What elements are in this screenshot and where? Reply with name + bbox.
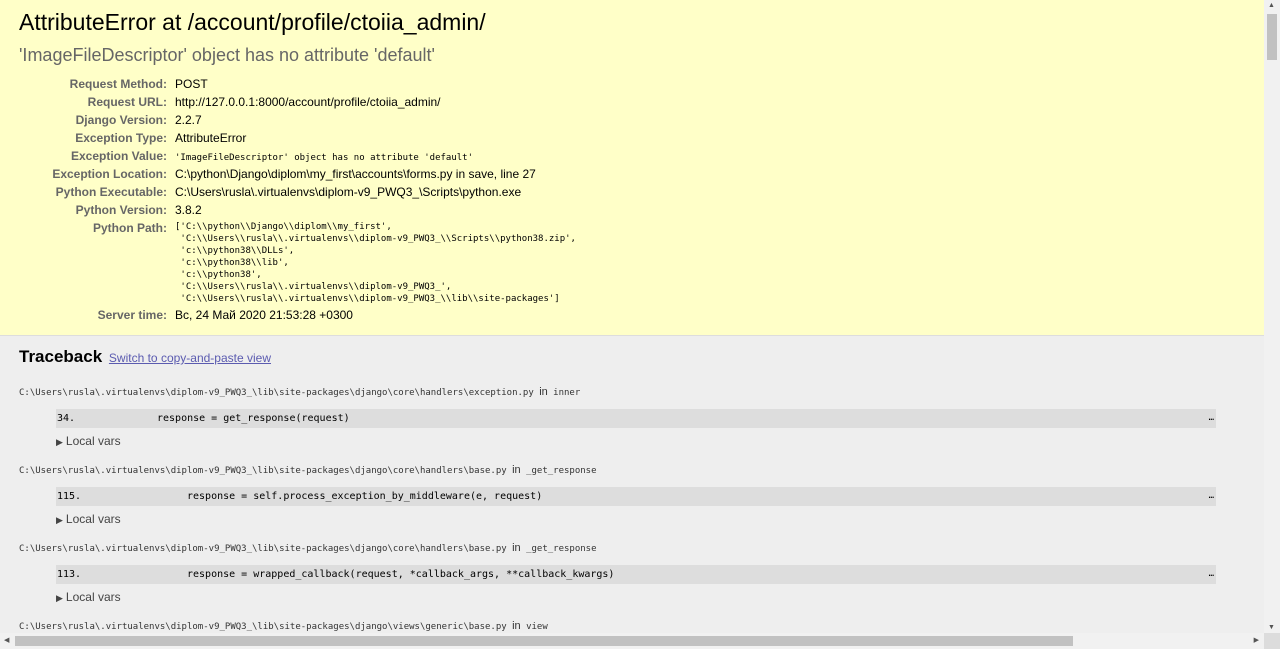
meta-label: Exception Type:	[75, 131, 167, 145]
scroll-right-arrow-icon[interactable]: ▶	[1254, 636, 1259, 644]
frame-line-number: 115.	[57, 491, 82, 502]
scrollbar-corner	[1264, 633, 1280, 649]
frame-function: _get_response	[526, 544, 597, 554]
traceback-frame: C:\Users\rusla\.virtualenvs\diplom-v9_PW…	[19, 463, 1244, 528]
scroll-down-arrow-icon[interactable]: ▼	[1268, 624, 1275, 631]
frame-filename: C:\Users\rusla\.virtualenvs\diplom-v9_PW…	[19, 541, 1244, 556]
local-vars-toggle[interactable]: ▶ Local vars	[56, 590, 1244, 606]
meta-row: Exception Location: C:\python\Django\dip…	[19, 166, 576, 184]
meta-value: C:\Users\rusla\.virtualenvs\diplom-v9_PW…	[175, 185, 522, 199]
frame-file-path: C:\Users\rusla\.virtualenvs\diplom-v9_PW…	[19, 388, 534, 398]
traceback-frame: C:\Users\rusla\.virtualenvs\diplom-v9_PW…	[19, 541, 1244, 606]
meta-value: ['C:\\python\\Django\\diplom\\my_first',…	[175, 220, 576, 307]
frame-function: view	[526, 622, 548, 632]
meta-label: Request URL:	[87, 95, 167, 109]
meta-label: Python Version:	[75, 203, 167, 217]
expand-triangle-icon: ▶	[56, 437, 63, 447]
meta-value: 3.8.2	[175, 203, 202, 217]
frame-line-number: 34.	[57, 413, 76, 424]
page-title: AttributeError at /account/profile/ctoii…	[19, 9, 486, 35]
frame-ellipsis[interactable]: …	[1209, 565, 1214, 584]
request-meta-table: Request Method: POST Request URL: http:/…	[19, 76, 576, 325]
frame-context-line[interactable]: 113. response = wrapped_callback(request…	[56, 565, 1216, 584]
frame-code-text: response = get_response(request)	[157, 413, 350, 424]
meta-row: Server time: Вс, 24 Май 2020 21:53:28 +0…	[19, 307, 576, 325]
frame-context-line[interactable]: 34. response = get_response(request) …	[56, 409, 1216, 428]
frame-in-word: in	[539, 386, 548, 398]
meta-value: http://127.0.0.1:8000/account/profile/ct…	[175, 95, 441, 109]
frame-in-word: in	[512, 620, 521, 632]
frame-function: inner	[553, 388, 581, 398]
scroll-left-arrow-icon[interactable]: ◀	[4, 636, 9, 644]
meta-row: Exception Type: AttributeError	[19, 130, 576, 148]
frame-in-word: in	[512, 542, 521, 554]
local-vars-toggle[interactable]: ▶ Local vars	[56, 434, 1244, 450]
local-vars-label: Local vars	[65, 512, 121, 526]
meta-row: Request Method: POST	[19, 76, 576, 94]
page-viewport: AttributeError at /account/profile/ctoii…	[0, 0, 1264, 633]
frame-filename: C:\Users\rusla\.virtualenvs\diplom-v9_PW…	[19, 463, 1244, 478]
traceback-heading: Traceback Switch to copy-and-paste view	[19, 346, 1244, 369]
frame-line-number: 113.	[57, 569, 82, 580]
meta-row: Request URL: http://127.0.0.1:8000/accou…	[19, 94, 576, 112]
switch-copy-paste-link[interactable]: Switch to copy-and-paste view	[109, 351, 271, 365]
scroll-up-arrow-icon[interactable]: ▲	[1268, 2, 1275, 9]
exception-value-text: 'ImageFileDescriptor' object has no attr…	[175, 153, 474, 163]
meta-value: POST	[175, 77, 208, 91]
expand-triangle-icon: ▶	[56, 593, 63, 603]
vertical-scrollbar[interactable]: ▲ ▼	[1264, 0, 1280, 633]
meta-value: Вс, 24 Май 2020 21:53:28 +0300	[175, 308, 353, 322]
frame-file-path: C:\Users\rusla\.virtualenvs\diplom-v9_PW…	[19, 544, 507, 554]
meta-label: Python Executable:	[55, 185, 167, 199]
traceback-title: Traceback	[19, 347, 103, 366]
local-vars-toggle[interactable]: ▶ Local vars	[56, 512, 1244, 528]
expand-triangle-icon: ▶	[56, 515, 63, 525]
horizontal-scrollbar[interactable]: ◀ ▶	[0, 633, 1264, 649]
meta-row: Python Executable: C:\Users\rusla\.virtu…	[19, 184, 576, 202]
frame-in-word: in	[512, 464, 521, 476]
frame-filename: C:\Users\rusla\.virtualenvs\diplom-v9_PW…	[19, 619, 1244, 633]
local-vars-label: Local vars	[65, 434, 121, 448]
frame-ellipsis[interactable]: …	[1209, 409, 1214, 428]
frame-context-line[interactable]: 115. response = self.process_exception_b…	[56, 487, 1216, 506]
horizontal-scroll-thumb[interactable]	[15, 636, 1073, 646]
traceback-section: Traceback Switch to copy-and-paste view …	[0, 336, 1264, 633]
meta-label: Exception Value:	[70, 149, 167, 163]
frame-function: _get_response	[526, 466, 597, 476]
meta-label: Request Method:	[69, 77, 167, 91]
meta-row: Exception Value: 'ImageFileDescriptor' o…	[19, 148, 576, 166]
meta-label: Python Path:	[93, 221, 167, 235]
meta-value: 2.2.7	[175, 113, 202, 127]
meta-row: Python Path: ['C:\\python\\Django\\diplo…	[19, 220, 576, 307]
exception-subtitle: 'ImageFileDescriptor' object has no attr…	[19, 45, 435, 65]
frame-file-path: C:\Users\rusla\.virtualenvs\diplom-v9_PW…	[19, 622, 507, 632]
traceback-frame: C:\Users\rusla\.virtualenvs\diplom-v9_PW…	[19, 385, 1244, 450]
frame-filename: C:\Users\rusla\.virtualenvs\diplom-v9_PW…	[19, 385, 1244, 400]
traceback-frame: C:\Users\rusla\.virtualenvs\diplom-v9_PW…	[19, 619, 1244, 633]
local-vars-label: Local vars	[65, 590, 121, 604]
meta-label: Server time:	[97, 308, 167, 322]
meta-value: AttributeError	[175, 131, 247, 145]
meta-value: C:\python\Django\diplom\my_first\account…	[175, 167, 536, 181]
error-summary: AttributeError at /account/profile/ctoii…	[0, 0, 1264, 336]
frame-code-text: response = self.process_exception_by_mid…	[187, 491, 543, 502]
python-path-text: ['C:\\python\\Django\\diplom\\my_first',…	[175, 222, 576, 304]
vertical-scroll-thumb[interactable]	[1267, 14, 1277, 60]
frame-code-text: response = wrapped_callback(request, *ca…	[187, 569, 615, 580]
meta-row: Django Version: 2.2.7	[19, 112, 576, 130]
meta-value: 'ImageFileDescriptor' object has no attr…	[175, 148, 576, 166]
meta-row: Python Version: 3.8.2	[19, 202, 576, 220]
frame-file-path: C:\Users\rusla\.virtualenvs\diplom-v9_PW…	[19, 466, 507, 476]
meta-label: Django Version:	[75, 113, 167, 127]
meta-label: Exception Location:	[52, 167, 167, 181]
frame-ellipsis[interactable]: …	[1209, 487, 1214, 506]
